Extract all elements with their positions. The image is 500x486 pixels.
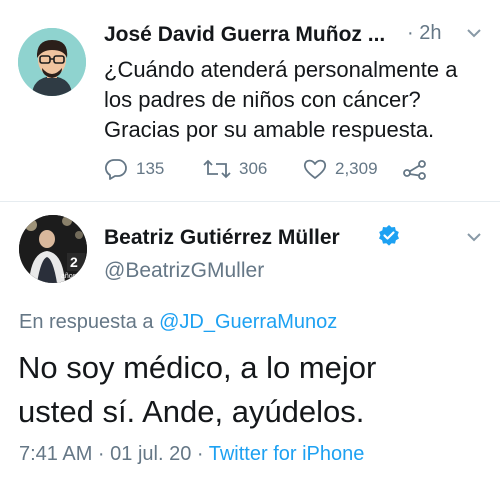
tweet-time[interactable]: · 2h xyxy=(407,22,441,45)
heart-icon xyxy=(303,159,327,179)
avatar-caption: años d xyxy=(61,273,82,280)
tweet-text-line: ¿Cuándo atenderá personalmente a xyxy=(104,57,458,82)
tweet-timestamp[interactable]: 7:41 AM · 01 jul. 20 · xyxy=(19,443,204,465)
like-count: 2,309 xyxy=(335,159,378,178)
tweet-text-jose: ¿Cuándo atenderá personalmente a los pad… xyxy=(104,55,457,145)
avatar-illustration-icon xyxy=(18,28,86,96)
avatar-photo-icon: 2 años d xyxy=(19,215,87,283)
tweet-text-line: los padres de niños con cáncer? xyxy=(104,87,421,112)
retweet-icon xyxy=(203,159,231,179)
reply-to-link[interactable]: @JD_GuerraMunoz xyxy=(159,311,337,333)
tweet-text-beatriz: No soy médico, a lo mejor usted sí. Ande… xyxy=(18,346,376,434)
avatar-beatriz[interactable]: 2 años d xyxy=(19,215,87,283)
reply-context: En respuesta a @JD_GuerraMunoz xyxy=(19,311,337,334)
tweet-text-line: usted sí. Ande, ayúdelos. xyxy=(18,394,365,429)
like-button[interactable]: 2,309 xyxy=(303,158,378,180)
author-handle[interactable]: @BeatrizGMuller xyxy=(104,259,264,283)
reply-button[interactable]: 135 xyxy=(104,158,164,180)
retweet-count: 306 xyxy=(239,159,268,178)
author-name-beatriz[interactable]: Beatriz Gutiérrez Müller xyxy=(104,226,340,250)
chevron-down-icon[interactable] xyxy=(466,230,482,248)
share-button[interactable] xyxy=(403,158,427,185)
divider xyxy=(0,201,500,202)
reply-count: 135 xyxy=(136,159,165,178)
tweet-source-link[interactable]: Twitter for iPhone xyxy=(209,443,365,465)
verified-badge-icon xyxy=(377,224,401,253)
tweet-meta: 7:41 AM · 01 jul. 20 · Twitter for iPhon… xyxy=(19,443,364,466)
retweet-button[interactable]: 306 xyxy=(203,158,267,180)
avatar-badge-number: 2 xyxy=(70,254,78,270)
avatar-jose[interactable] xyxy=(18,28,86,96)
chevron-down-icon[interactable] xyxy=(466,26,482,44)
reply-prefix: En respuesta a xyxy=(19,311,154,333)
reply-icon xyxy=(104,159,127,180)
author-name-jose[interactable]: José David Guerra Muñoz ... xyxy=(104,23,385,47)
tweet-text-line: Gracias por su amable respuesta. xyxy=(104,117,435,142)
tweet-text-line: No soy médico, a lo mejor xyxy=(18,350,377,385)
share-icon xyxy=(403,160,426,180)
